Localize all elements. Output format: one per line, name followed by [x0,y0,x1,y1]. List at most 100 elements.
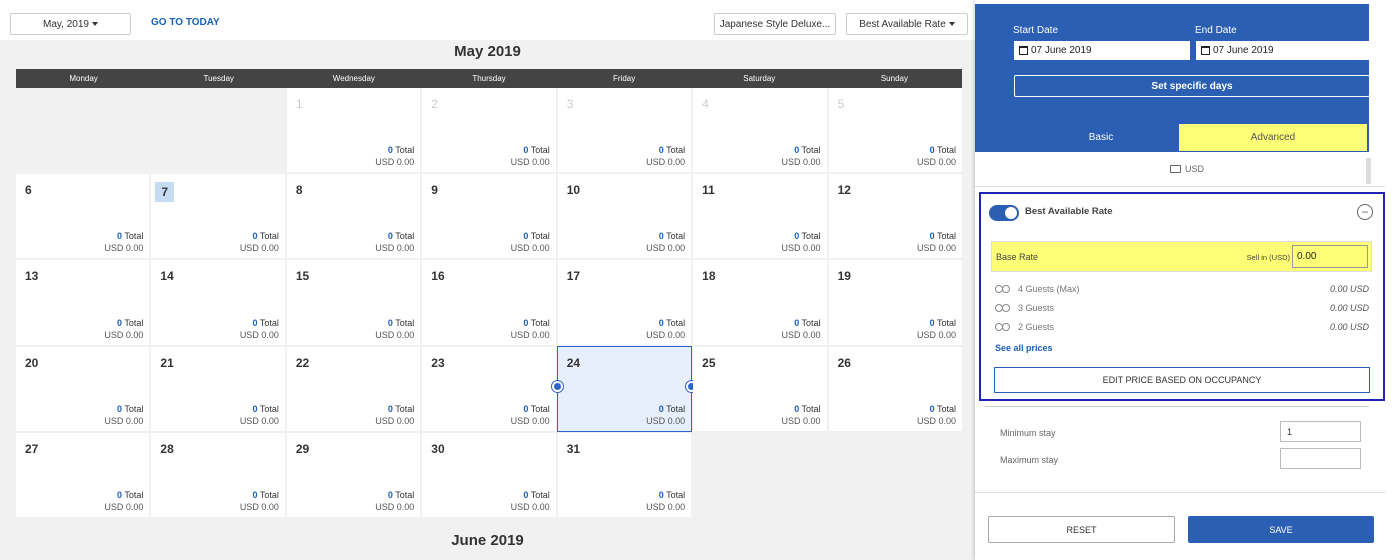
next-month-title: June 2019 [451,532,524,549]
day-price: USD 0.00 [916,157,956,168]
calendar-day-cell[interactable]: 90 Total USD 0.00 [422,174,556,259]
calendar-day-cell[interactable]: 30 0 Total USD 0.00 [422,432,556,517]
day-total-count: 0 [252,489,258,500]
calendar-day-cell[interactable]: 17 0 Total USD 0.00 [557,260,692,345]
day-number: 28 [160,441,174,456]
calendar-day-cell[interactable]: 23 0 Total USD 0.00 [422,346,556,431]
day-total: 0 Total [659,145,685,155]
day-total-count: 0 [252,317,258,328]
day-total-suffix: Total [259,231,279,242]
save-button[interactable]: SAVE [1188,516,1374,543]
day-price: USD 0.00 [646,501,686,512]
day-total-count: 0 [523,145,529,156]
day-total: 0 Total [388,490,414,500]
calendar-day-cell[interactable]: 15 0 Total USD 0.00 [286,260,421,345]
see-all-prices-link[interactable]: See all prices [995,343,1053,353]
calendar-day-cell[interactable]: 31 0 Total USD 0.00 [557,432,692,517]
day-price: USD 0.00 [646,329,686,340]
day-total-suffix: Total [395,145,415,156]
day-price: USD 0.00 [781,329,821,340]
rate-plan-select[interactable]: Best Available Rate [846,13,968,35]
calendar-day-cell[interactable]: 16 0 Total USD 0.00 [422,260,556,345]
calendar-day-cell[interactable]: 40 Total USD 0.00 [693,88,827,173]
calendar-day-cell[interactable]: 12 0 Total USD 0.00 [828,174,962,259]
calendar-icon [1019,46,1028,55]
calendar-day-cell[interactable]: 20 Total USD 0.00 [422,88,556,173]
calendar-day-cell[interactable]: 22 0 Total USD 0.00 [286,346,421,431]
calendar-day-cell[interactable]: 24 0 Total USD 0.00 [551,345,698,432]
day-total-suffix: Total [530,145,550,156]
collapse-icon[interactable]: − [1357,204,1373,220]
day-total-count: 0 [658,317,664,328]
calendar-day-cell[interactable]: 50 Total USD 0.00 [828,88,962,173]
calendar-day-cell[interactable]: 29 0 Total USD 0.00 [286,432,421,517]
day-price: USD 0.00 [375,415,415,426]
day-number: 24 [566,355,581,370]
day-total-suffix: Total [666,317,686,328]
tab-basic[interactable]: Basic [1014,124,1188,151]
min-stay-input[interactable]: 1 [1280,421,1361,442]
calendar-day-cell[interactable]: 26 0 Total USD 0.00 [828,346,962,431]
day-total-count: 0 [523,403,529,414]
day-number: 4 [702,97,709,111]
weekday-label: Tuesday [203,74,234,83]
calendar-day-cell[interactable]: 10 Total USD 0.00 [286,88,421,173]
calendar-day-cell[interactable]: 30 Total USD 0.00 [557,88,692,173]
scrollbar[interactable] [1366,158,1371,184]
max-stay-input[interactable] [1280,448,1361,469]
day-total: 0 Total [794,318,820,328]
rate-enabled-toggle[interactable] [989,205,1019,221]
calendar-day-cell[interactable]: 11 0 Total USD 0.00 [693,174,827,259]
set-specific-days-button[interactable]: Set specific days [1014,75,1370,97]
day-number: 18 [702,269,716,284]
day-number: 26 [837,355,851,370]
day-number: 12 [837,183,851,198]
tab-advanced[interactable]: Advanced [1179,124,1367,151]
calendar-day-cell[interactable]: 80 Total USD 0.00 [286,174,421,259]
calendar-day-cell[interactable]: 60 Total USD 0.00 [16,174,150,259]
day-number: 29 [295,441,310,456]
min-stay-label: Minimum stay [1000,428,1056,438]
day-total-count: 0 [387,403,393,414]
day-price: USD 0.00 [375,329,415,340]
range-drag-handle[interactable] [551,380,563,392]
rate-plan-card: Best Available Rate − Base Rate Sell in … [979,192,1385,401]
day-total-suffix: Total [801,145,821,156]
day-total: 0 Total [117,231,143,241]
day-total-suffix: Total [124,317,144,328]
calendar-day-cell[interactable]: 25 0 Total USD 0.00 [693,346,827,431]
calendar-day-cell[interactable]: 70 Total USD 0.00 [151,174,285,259]
day-total: 0 Total [930,404,956,414]
day-number: 21 [160,355,174,370]
go-to-today-link[interactable]: GO TO TODAY [151,17,220,28]
start-date-label: Start Date [1013,25,1059,36]
calendar-day-cell[interactable]: 20 0 Total USD 0.00 [16,346,150,431]
month-select[interactable]: May, 2019 [10,13,131,35]
calendar-day-cell[interactable]: 28 0 Total USD 0.00 [151,432,285,517]
calendar-day-cell[interactable]: 27 0 Total USD 0.00 [16,432,150,517]
day-number: 14 [160,269,174,284]
day-total-suffix: Total [530,489,550,500]
calendar-day-cell[interactable]: 18 0 Total USD 0.00 [693,260,827,345]
calendar-day-cell[interactable]: 10 0 Total USD 0.00 [557,174,692,259]
end-date-input[interactable]: 07 June 2019 [1196,41,1369,60]
calendar-toolbar: May, 2019 GO TO TODAY Japanese Style Del… [0,0,975,40]
day-total-suffix: Total [395,403,415,414]
calendar-day-cell[interactable]: 14 0 Total USD 0.00 [151,260,285,345]
day-price: USD 0.00 [510,329,550,340]
calendar-day-cell[interactable]: 19 0 Total USD 0.00 [828,260,962,345]
money-icon [1170,165,1181,173]
guest-price-row: 4 Guests (Max) 0.00 USD [995,282,1369,296]
reset-button[interactable]: RESET [988,516,1175,543]
base-rate-input[interactable]: 0.00 [1292,245,1368,268]
day-total-count: 0 [929,231,935,242]
edit-occupancy-price-button[interactable]: EDIT PRICE BASED ON OCCUPANCY [994,367,1370,393]
room-type-select[interactable]: Japanese Style Deluxe... [714,13,836,35]
calendar-day-cell[interactable]: 21 0 Total USD 0.00 [151,346,285,431]
day-price: USD 0.00 [781,243,821,254]
day-number: 6 [25,183,32,198]
calendar-day-cell[interactable]: 13 0 Total USD 0.00 [16,260,150,345]
start-date-value: 07 June 2019 [1031,45,1092,56]
start-date-input[interactable]: 07 June 2019 [1014,41,1190,60]
day-number: 25 [702,355,716,370]
